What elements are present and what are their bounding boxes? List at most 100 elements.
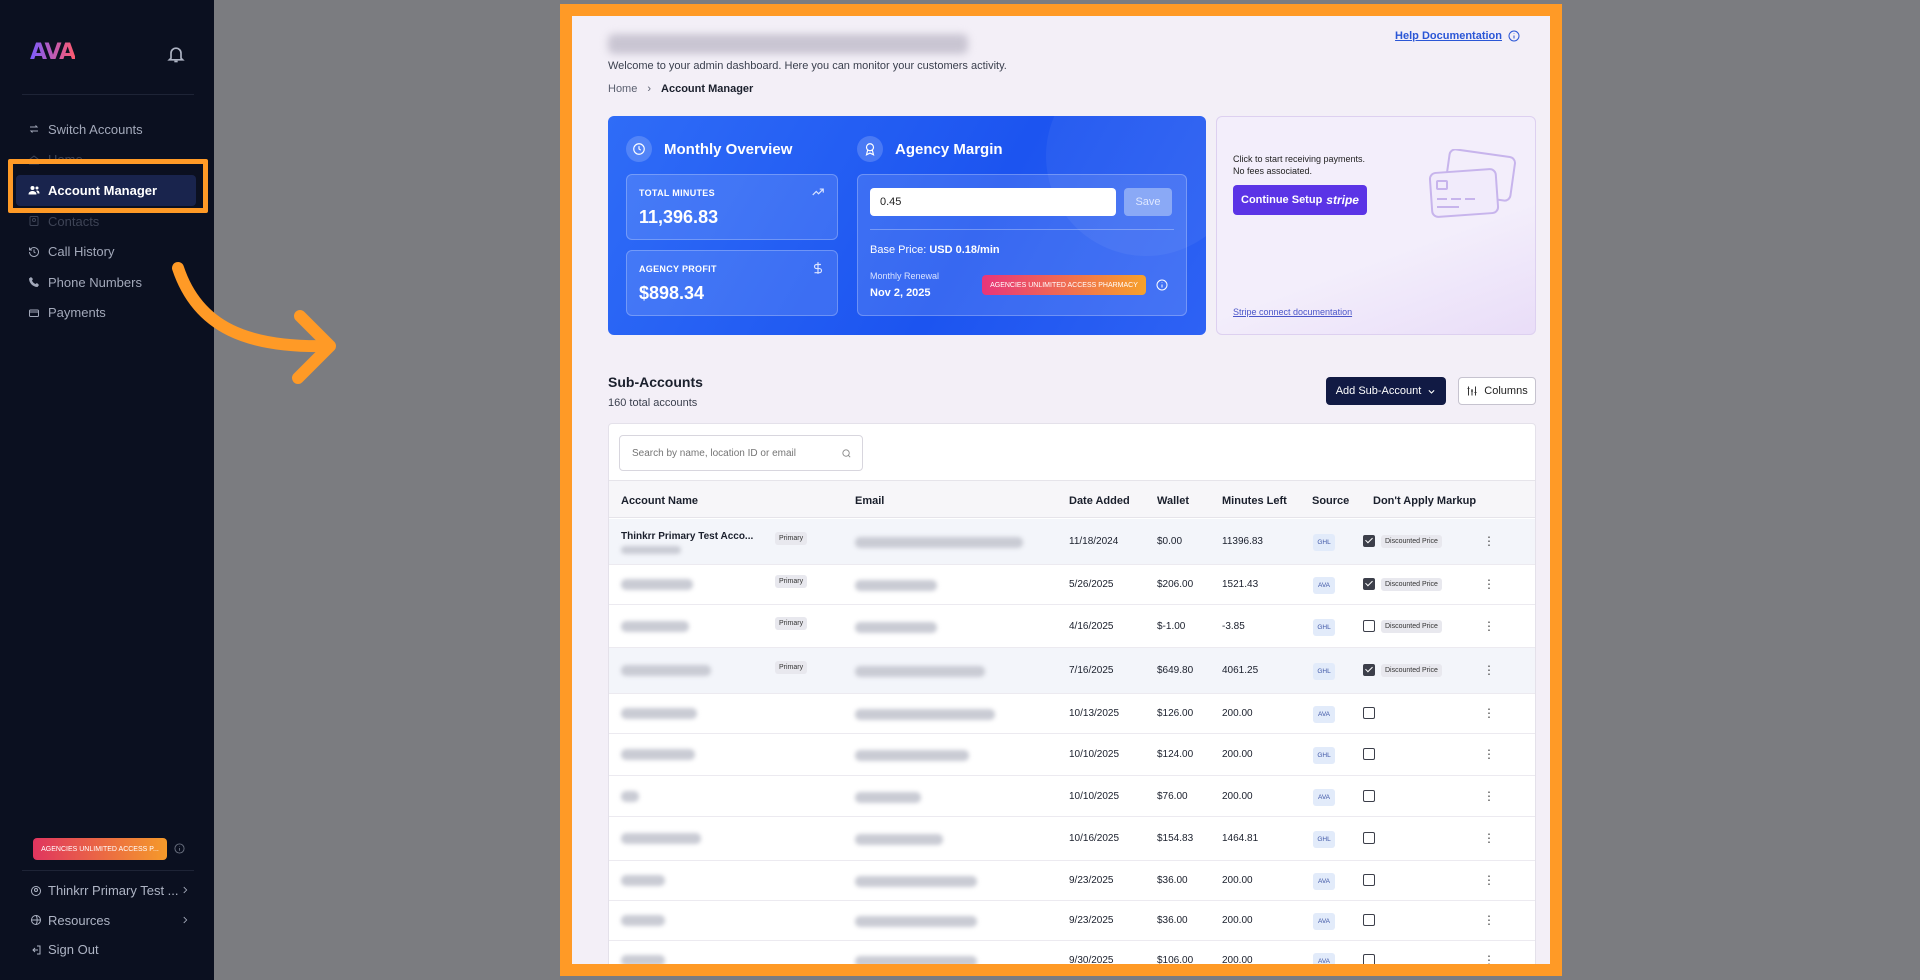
- row-menu-icon[interactable]: ⋮: [1483, 578, 1495, 590]
- chevron-right-icon: [183, 886, 188, 894]
- account-name-redacted[interactable]: [621, 708, 697, 719]
- row-menu-icon[interactable]: ⋮: [1483, 748, 1495, 760]
- discounted-price-badge: Discounted Price: [1381, 535, 1442, 548]
- sidebar-item-account-manager[interactable]: Account Manager: [16, 175, 196, 206]
- account-name-redacted[interactable]: [621, 791, 639, 802]
- columns-label: Columns: [1484, 385, 1528, 397]
- plan-badge[interactable]: AGENCIES UNLIMITED ACCESS P...: [33, 838, 167, 860]
- agency-profit-card: AGENCY PROFIT $898.34: [626, 250, 838, 316]
- table-row[interactable]: Primary 7/16/2025 $649.80 4061.25 GHL Discoun…: [609, 648, 1535, 694]
- column-header-wallet[interactable]: Wallet: [1157, 495, 1189, 507]
- markup-checkbox[interactable]: [1363, 620, 1375, 632]
- breadcrumb-home[interactable]: Home: [608, 83, 637, 95]
- column-header-minutes-left[interactable]: Minutes Left: [1222, 495, 1287, 507]
- row-menu-icon[interactable]: ⋮: [1483, 620, 1495, 632]
- column-header-date-added[interactable]: Date Added: [1069, 495, 1130, 507]
- sidebar-item-sign-out[interactable]: Sign Out: [30, 935, 190, 965]
- sidebar-item-switch-accounts[interactable]: Switch Accounts: [16, 114, 196, 145]
- sidebar-item-label: Account Manager: [48, 182, 158, 198]
- markup-checkbox[interactable]: [1363, 748, 1375, 760]
- stripe-doc-link[interactable]: Stripe connect documentation: [1233, 307, 1352, 317]
- column-header-account-name[interactable]: Account Name: [621, 495, 698, 507]
- source-badge: AVA: [1313, 873, 1335, 890]
- margin-input[interactable]: [870, 188, 1116, 216]
- table-row[interactable]: 10/10/2025 $76.00 200.00 AVA ⋮: [609, 776, 1535, 817]
- column-header-email[interactable]: Email: [855, 495, 884, 507]
- account-name-redacted[interactable]: [621, 955, 665, 964]
- add-sub-account-button[interactable]: Add Sub-Account: [1326, 377, 1446, 405]
- source-badge: GHL: [1313, 619, 1335, 636]
- sign-out-icon: [32, 945, 41, 955]
- account-name-redacted[interactable]: [621, 579, 693, 590]
- primary-badge: Primary: [775, 661, 808, 674]
- row-menu-icon[interactable]: ⋮: [1483, 664, 1495, 676]
- row-menu-icon[interactable]: ⋮: [1483, 874, 1495, 886]
- info-icon[interactable]: [1156, 279, 1168, 291]
- account-name-redacted[interactable]: [621, 915, 665, 926]
- sidebar-item-contacts[interactable]: Contacts: [16, 206, 196, 237]
- help-documentation-link[interactable]: Help Documentation: [1395, 30, 1520, 42]
- columns-button[interactable]: Columns: [1458, 377, 1536, 405]
- account-name-redacted[interactable]: [621, 665, 711, 676]
- table-row[interactable]: 9/30/2025 $106.00 200.00 AVA ⋮: [609, 941, 1535, 966]
- markup-checkbox[interactable]: [1363, 664, 1375, 676]
- account-name-redacted[interactable]: [621, 875, 665, 886]
- markup-checkbox[interactable]: [1363, 535, 1375, 547]
- primary-badge: Primary: [775, 532, 808, 545]
- app-logo[interactable]: AVA: [30, 40, 76, 65]
- resources-icon: [31, 915, 41, 926]
- column-header-source[interactable]: Source: [1312, 495, 1349, 507]
- info-icon[interactable]: [174, 843, 185, 854]
- overview-card: Monthly Overview Agency Margin TOTAL MIN…: [608, 116, 1206, 335]
- sidebar-item-label: Home: [48, 152, 83, 168]
- row-menu-icon[interactable]: ⋮: [1483, 832, 1495, 844]
- table-row[interactable]: Primary 4/16/2025 $-1.00 -3.85 GHL Discounted…: [609, 605, 1535, 648]
- date-added: 11/18/2024: [1069, 536, 1119, 547]
- save-button[interactable]: Save: [1124, 188, 1172, 216]
- markup-checkbox[interactable]: [1363, 954, 1375, 964]
- table-row[interactable]: 9/23/2025 $36.00 200.00 AVA ⋮: [609, 901, 1535, 941]
- account-name[interactable]: Thinkrr Primary Test Acco...: [621, 531, 753, 542]
- column-header-markup[interactable]: Don't Apply Markup: [1373, 495, 1476, 507]
- sidebar-item-label: Sign Out: [48, 942, 99, 958]
- account-name-redacted[interactable]: [621, 621, 689, 632]
- markup-checkbox[interactable]: [1363, 707, 1375, 719]
- search-input[interactable]: [619, 435, 863, 471]
- continue-setup-button[interactable]: Continue Setup stripe: [1233, 185, 1367, 215]
- add-sub-account-label: Add Sub-Account: [1335, 385, 1422, 397]
- minutes-left: 200.00: [1222, 955, 1253, 966]
- row-menu-icon[interactable]: ⋮: [1483, 790, 1495, 802]
- minutes-left: 200.00: [1222, 749, 1253, 760]
- row-menu-icon[interactable]: ⋮: [1483, 954, 1495, 964]
- account-name-redacted[interactable]: [621, 749, 695, 760]
- table-row[interactable]: 10/10/2025 $124.00 200.00 GHL ⋮: [609, 734, 1535, 776]
- account-name-redacted[interactable]: [621, 833, 701, 844]
- markup-checkbox[interactable]: [1363, 790, 1375, 802]
- sidebar-item-account-switcher[interactable]: Thinkrr Primary Test ...: [30, 876, 190, 906]
- markup-checkbox[interactable]: [1363, 832, 1375, 844]
- table-row[interactable]: 9/23/2025 $36.00 200.00 AVA ⋮: [609, 861, 1535, 901]
- base-price: Base Price: USD 0.18/min: [870, 244, 1000, 256]
- sidebar-item-resources[interactable]: Resources: [30, 906, 190, 936]
- sidebar-item-home[interactable]: Home: [16, 145, 196, 176]
- table-row[interactable]: Primary 5/26/2025 $206.00 1521.43 AVA Discoun…: [609, 565, 1535, 605]
- row-menu-icon[interactable]: ⋮: [1483, 535, 1495, 547]
- table-row[interactable]: Thinkrr Primary Test Acco... Primary 11/18…: [609, 519, 1535, 565]
- email-redacted: [855, 834, 943, 845]
- row-menu-icon[interactable]: ⋮: [1483, 914, 1495, 926]
- email-redacted: [855, 916, 977, 927]
- breadcrumb: Home › Account Manager: [608, 83, 753, 95]
- markup-checkbox[interactable]: [1363, 914, 1375, 926]
- email-redacted: [855, 709, 995, 720]
- discounted-price-badge: Discounted Price: [1381, 578, 1442, 591]
- main-content-frame: Help Documentation Welcome to your admin…: [560, 4, 1562, 976]
- markup-checkbox[interactable]: [1363, 874, 1375, 886]
- table-row[interactable]: 10/13/2025 $126.00 200.00 AVA ⋮: [609, 694, 1535, 734]
- table-row[interactable]: 10/16/2025 $154.83 1464.81 GHL ⋮: [609, 817, 1535, 861]
- minutes-left: 4061.25: [1222, 665, 1259, 676]
- bell-icon[interactable]: [166, 44, 186, 64]
- minutes-left: 200.00: [1222, 791, 1253, 802]
- row-menu-icon[interactable]: ⋮: [1483, 707, 1495, 719]
- markup-checkbox[interactable]: [1363, 578, 1375, 590]
- stripe-description: Click to start receiving payments. No fe…: [1233, 153, 1365, 177]
